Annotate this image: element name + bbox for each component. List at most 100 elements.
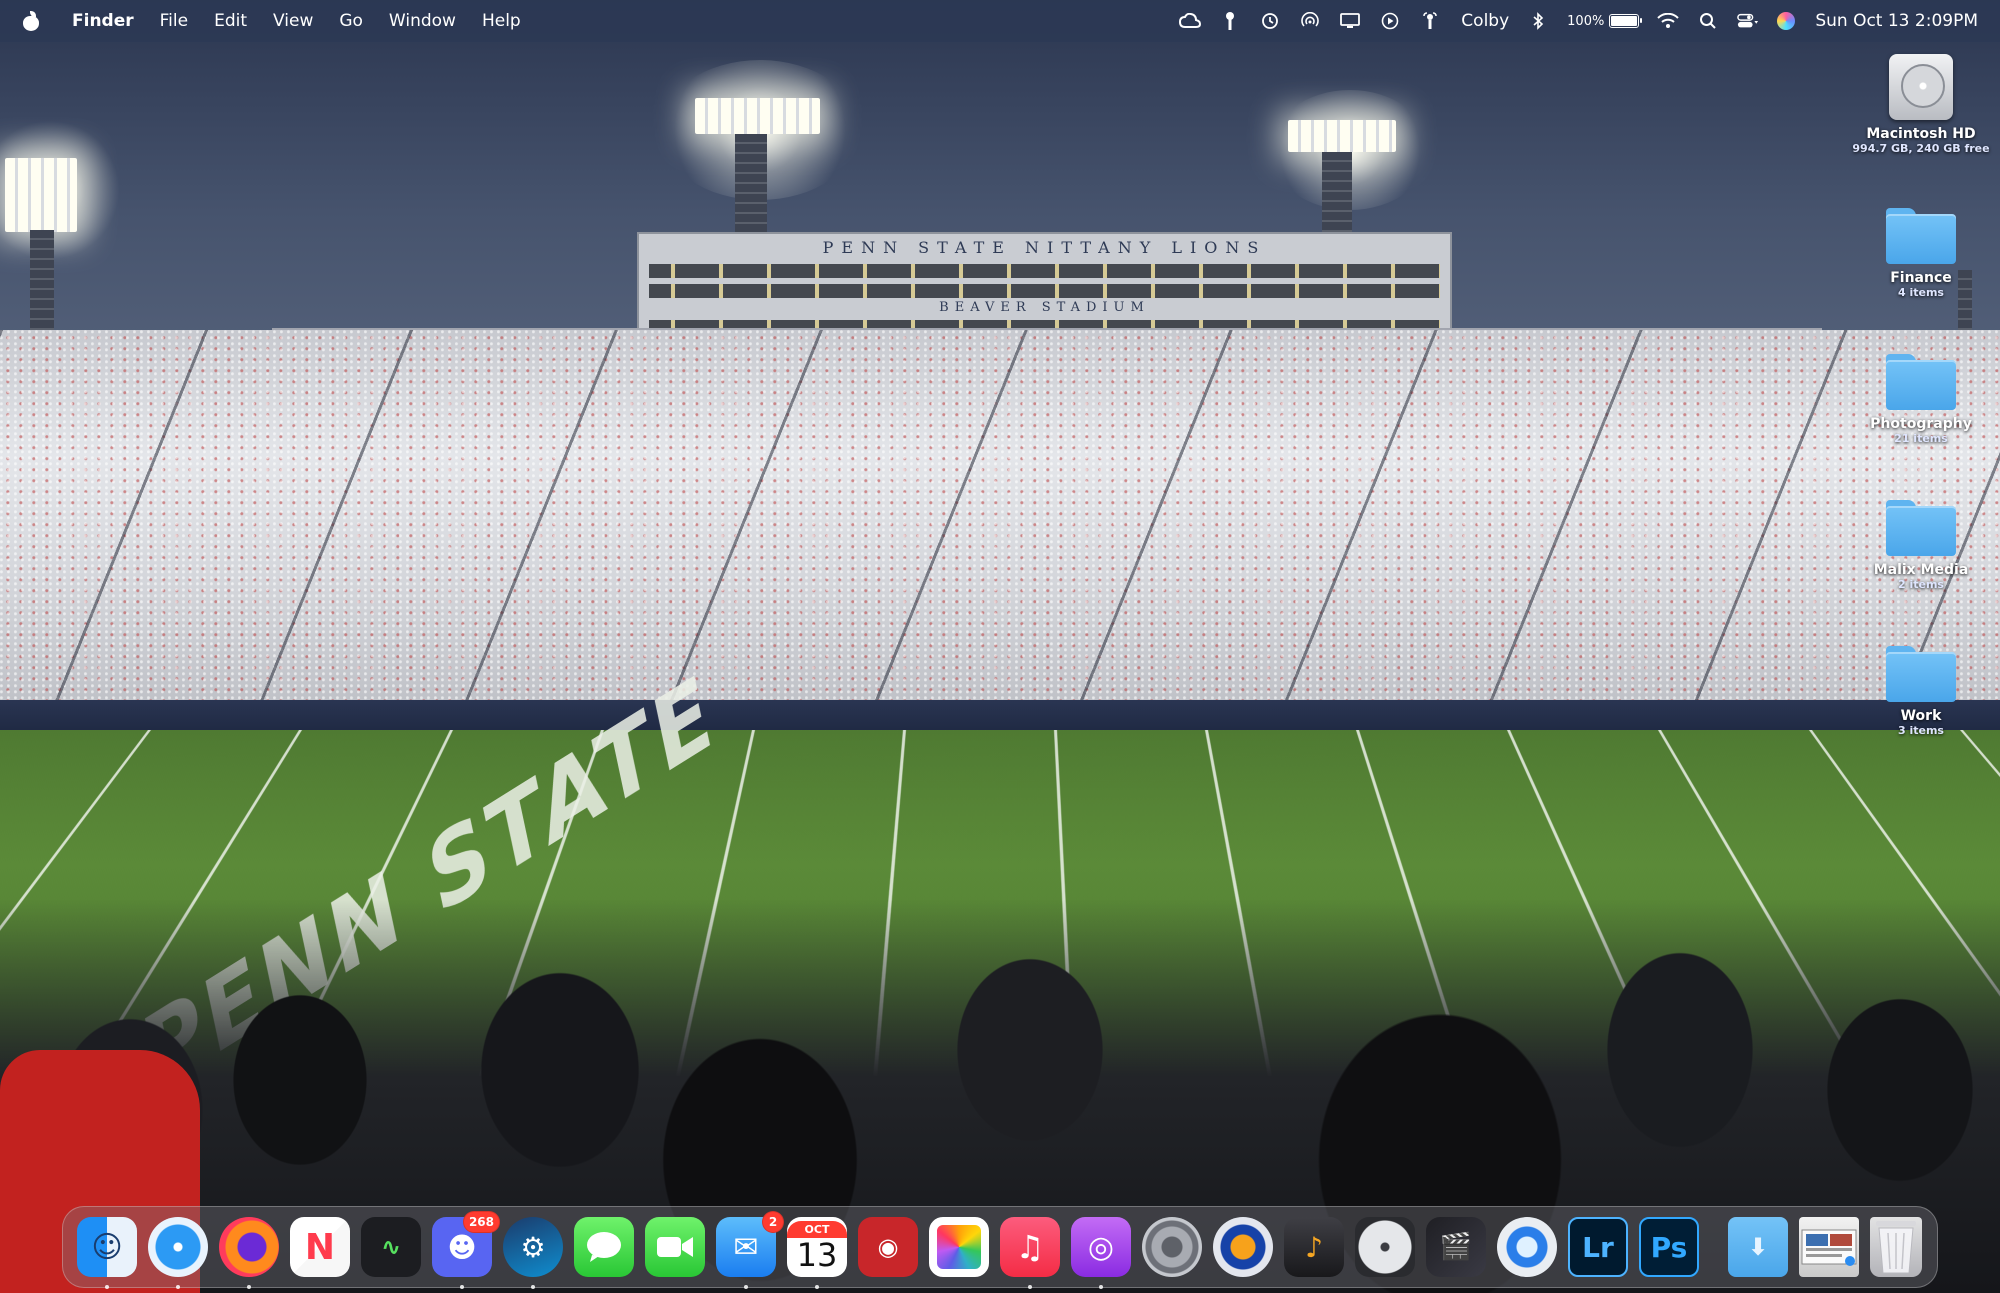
desktop-icon-name: Finance (1890, 270, 1952, 286)
creative-cloud-icon[interactable] (1179, 10, 1202, 32)
battery-indicator[interactable]: 100% (1567, 13, 1643, 29)
desktop-icon-name: Malix Media (1873, 562, 1969, 578)
menu-file[interactable]: File (160, 11, 188, 31)
dock-podcasts[interactable]: ◎ (1071, 1217, 1131, 1289)
dock-news[interactable]: N (290, 1217, 350, 1277)
desktop-icon-photography[interactable]: Photography 21 items (1846, 354, 1996, 445)
notification-badge: 268 (462, 1211, 500, 1233)
screenshot-stack-icon (1801, 1229, 1857, 1266)
running-indicator (1028, 1285, 1032, 1289)
dock-discord[interactable]: ☻ 268 (432, 1211, 500, 1289)
dock-finder[interactable]: ☺ (77, 1217, 137, 1289)
dock-activity-monitor[interactable]: ∿ (361, 1217, 421, 1277)
stadium-light-bank (1288, 120, 1396, 152)
time-machine-icon[interactable] (1259, 10, 1281, 32)
airplay-audio-icon[interactable] (1419, 10, 1441, 32)
dock-photo-booth[interactable]: ◉ (858, 1217, 918, 1277)
desktop-icon-info: 21 items (1894, 432, 1948, 445)
running-indicator (460, 1285, 464, 1289)
menu-bar-status: Colby 100% Sun Oct 13 2:09PM (1161, 10, 1978, 32)
dock-photos[interactable] (929, 1217, 989, 1277)
apple-icon[interactable] (22, 11, 40, 31)
spotlight-icon[interactable] (1697, 10, 1719, 32)
battery-percent: 100% (1567, 13, 1605, 29)
dock-safari[interactable] (148, 1217, 208, 1289)
menu-bar-left: Finder File Edit View Go Window Help (22, 11, 547, 31)
mail-icon: ✉ (733, 1229, 759, 1265)
running-indicator (531, 1285, 535, 1289)
press-box-sign: PENN STATE NITTANY LIONS (822, 238, 1267, 257)
news-icon: N (304, 1226, 336, 1268)
facetime-icon (657, 1237, 693, 1257)
menu-window[interactable]: Window (389, 11, 456, 31)
desktop-icon-name: Work (1900, 708, 1942, 724)
dock-screenshot-stack[interactable] (1799, 1217, 1859, 1277)
bluetooth-icon[interactable] (1527, 10, 1549, 32)
dock-messages[interactable] (574, 1217, 634, 1277)
dock-garageband[interactable]: ♪ (1284, 1217, 1344, 1277)
dock-firefox[interactable] (219, 1217, 279, 1289)
dock-trash[interactable] (1870, 1217, 1922, 1277)
dock-steam[interactable]: ⚙ (503, 1217, 563, 1289)
running-indicator (1099, 1285, 1103, 1289)
folder-icon (1886, 208, 1956, 264)
press-box: PENN STATE NITTANY LIONS BEAVER STADIUM (637, 232, 1452, 340)
desktop-icon-name: Photography (1870, 416, 1972, 432)
dock-facetime[interactable] (645, 1217, 705, 1277)
running-indicator (176, 1285, 180, 1289)
stadium-light-bank (5, 158, 77, 232)
steam-icon: ⚙ (520, 1230, 546, 1264)
menu-bar: Finder File Edit View Go Window Help Col… (0, 0, 2000, 42)
desktop-icon-info: 2 items (1898, 578, 1944, 591)
desktop-icon-info: 994.7 GB, 240 GB free (1852, 142, 1990, 155)
desktop-icon-name: Macintosh HD (1866, 126, 1976, 142)
dock-photoshop[interactable]: Ps (1639, 1217, 1699, 1277)
dock-final-cut-pro[interactable]: 🎬 (1426, 1217, 1486, 1277)
stadium-light-bank (695, 98, 820, 134)
dock: ☺ N ∿ ☻ 268 ⚙ ✉ 2 OCT 13 ◉ ♫ ◎ ♪ 🎬 Lr Ps ⬇ (62, 1206, 1938, 1289)
hard-drive-icon (1889, 54, 1953, 120)
folder-icon (1886, 354, 1956, 410)
desktop-icon-finance[interactable]: Finance 4 items (1846, 208, 1996, 299)
airdrop-icon[interactable] (1299, 10, 1321, 32)
control-center-icon[interactable] (1737, 10, 1759, 32)
siri-icon[interactable] (1777, 12, 1796, 30)
desktop-icon-macintosh-hd[interactable]: Macintosh HD 994.7 GB, 240 GB free (1846, 54, 1996, 155)
dock-system-settings[interactable] (1142, 1217, 1202, 1277)
dock-quicktime[interactable] (1497, 1217, 1557, 1277)
trash-icon (1876, 1221, 1916, 1274)
dock-music[interactable]: ♫ (1000, 1217, 1060, 1289)
password-key-icon[interactable] (1219, 10, 1241, 32)
photo-booth-icon: ◉ (877, 1233, 899, 1261)
play-icon[interactable] (1379, 10, 1401, 32)
display-icon[interactable] (1339, 10, 1361, 32)
podcasts-icon: ◎ (1087, 1229, 1115, 1265)
notification-badge: 2 (762, 1211, 784, 1233)
dock-calendar[interactable]: OCT 13 (787, 1217, 847, 1289)
dock-mail[interactable]: ✉ 2 (716, 1211, 784, 1289)
wifi-icon[interactable] (1657, 10, 1680, 32)
menu-app-finder[interactable]: Finder (72, 11, 134, 31)
menu-go[interactable]: Go (339, 11, 363, 31)
dock-audacity[interactable] (1213, 1217, 1273, 1277)
menu-view[interactable]: View (273, 11, 313, 31)
folder-icon (1886, 646, 1956, 702)
activity-monitor-icon: ∿ (380, 1233, 402, 1261)
dock-lightroom[interactable]: Lr (1568, 1217, 1628, 1277)
menu-bar-user[interactable]: Colby (1461, 11, 1509, 31)
desktop-icon-info: 4 items (1898, 286, 1944, 299)
garageband-icon: ♪ (1305, 1230, 1323, 1264)
discord-icon: ☻ (447, 1230, 477, 1264)
menu-help[interactable]: Help (482, 11, 521, 31)
stadium-crowd (0, 330, 2000, 750)
desktop-icon-malix-media[interactable]: Malix Media 2 items (1846, 500, 1996, 591)
menu-bar-clock[interactable]: Sun Oct 13 2:09PM (1815, 11, 1978, 31)
photoshop-icon: Ps (1650, 1230, 1688, 1264)
music-icon: ♫ (1015, 1228, 1045, 1266)
dock-downloads-stack[interactable]: ⬇ (1728, 1217, 1788, 1277)
desktop-icon-work[interactable]: Work 3 items (1846, 646, 1996, 737)
folder-icon (1886, 500, 1956, 556)
menu-edit[interactable]: Edit (214, 11, 247, 31)
stadium-sign: BEAVER STADIUM (939, 300, 1150, 315)
dock-dvd-player[interactable] (1355, 1217, 1415, 1277)
